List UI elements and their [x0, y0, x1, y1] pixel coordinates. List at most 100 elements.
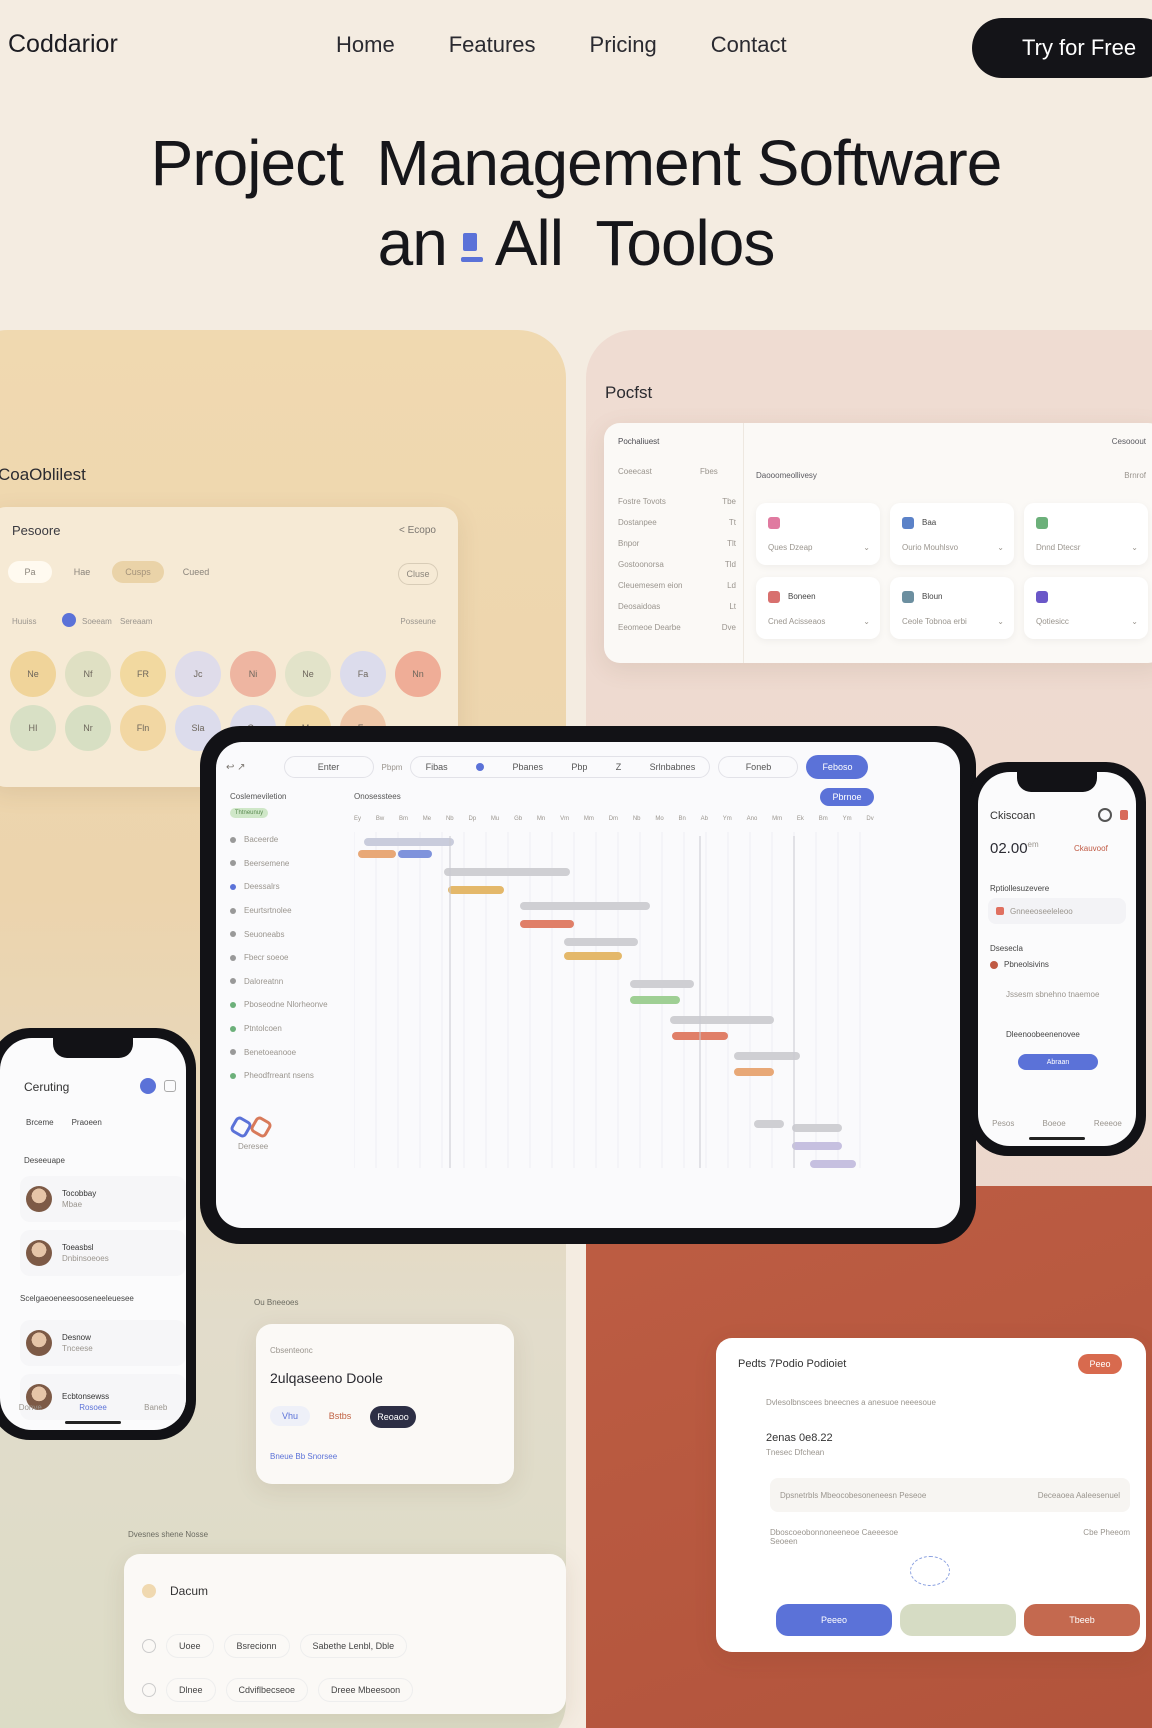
- gantt-task-bar[interactable]: [564, 952, 622, 960]
- gantt-add-button[interactable]: Pbrnoe: [820, 788, 874, 806]
- person-row[interactable]: Ecbtonsewss: [20, 1374, 186, 1420]
- palette-card-action[interactable]: < Ecopo: [399, 525, 436, 536]
- sidebar-item[interactable]: Deessalrs: [230, 875, 350, 899]
- project-list-row[interactable]: Bnpor Tlt: [618, 539, 736, 560]
- project-list-row[interactable]: Deosaidoas Lt: [618, 602, 736, 623]
- color-swatch-circle[interactable]: Jc: [175, 651, 221, 697]
- toolbar-filter-group[interactable]: Fibas Pbanes Pbp Z Srlnbabnes: [410, 756, 711, 778]
- tab-item[interactable]: Reeeoe: [1094, 1119, 1122, 1128]
- sidebar-item[interactable]: Daloreatnn: [230, 970, 350, 994]
- toolbar-item[interactable]: Z: [616, 762, 622, 772]
- person-row[interactable]: Desnow Tnceese: [20, 1320, 186, 1366]
- rust-card-badge[interactable]: Peeo: [1078, 1354, 1122, 1374]
- sidebar-item[interactable]: Fbecr soeoe: [230, 946, 350, 970]
- timer-icon[interactable]: [1098, 808, 1112, 822]
- tab-item[interactable]: Baneb: [144, 1403, 167, 1412]
- project-tile[interactable]: Ques Dzeap ⌄: [756, 503, 880, 565]
- nav-link-home[interactable]: Home: [336, 32, 395, 58]
- toolbar-item[interactable]: Pbp: [571, 762, 587, 772]
- tab-item[interactable]: Boeoe: [1043, 1119, 1066, 1128]
- project-list-row[interactable]: Gostoonorsa Tld: [618, 560, 736, 581]
- logo[interactable]: Coddarior: [0, 30, 118, 59]
- toolbar-primary-button[interactable]: Feboso: [806, 755, 869, 779]
- gantt-task-bar[interactable]: [792, 1124, 842, 1132]
- rust-card-row[interactable]: Dpsnetrbls Mbeocobesoneneesn Peseoe Dece…: [770, 1478, 1130, 1512]
- tab-item[interactable]: Donve: [19, 1403, 42, 1412]
- nav-link-pricing[interactable]: Pricing: [590, 32, 657, 58]
- gantt-task-bar[interactable]: [670, 1016, 774, 1024]
- action-button-rust[interactable]: Tbeeb: [1024, 1604, 1140, 1636]
- mid-card-chip[interactable]: Vhu: [270, 1406, 310, 1426]
- sidebar-item[interactable]: Seuoneabs: [230, 922, 350, 946]
- gantt-task-bar[interactable]: [810, 1160, 856, 1168]
- chevron-down-icon[interactable]: ⌄: [997, 617, 1004, 626]
- section-b-row[interactable]: Pbneolsivins: [990, 960, 1049, 969]
- radio-icon[interactable]: [142, 1639, 156, 1653]
- gantt-task-bar[interactable]: [398, 850, 432, 858]
- sidebar-item[interactable]: Pheodfrreant nsens: [230, 1064, 350, 1088]
- sidebar-item[interactable]: Eeurtsrtnolee: [230, 899, 350, 923]
- project-list-row[interactable]: Cleuemesem eion Ld: [618, 581, 736, 602]
- gantt-task-bar[interactable]: [358, 850, 396, 858]
- color-swatch-circle[interactable]: Nf: [65, 651, 111, 697]
- try-free-button[interactable]: Try for Free: [972, 18, 1152, 78]
- radio-icon[interactable]: [142, 1683, 156, 1697]
- card-header-right[interactable]: Cesooout: [1112, 437, 1146, 446]
- mid-card-chip[interactable]: Bstbs: [320, 1406, 360, 1426]
- nav-arrows-icon[interactable]: ↩ ↗: [226, 762, 246, 773]
- mid-card-primary[interactable]: Reoaoo: [370, 1406, 416, 1428]
- gantt-task-bar[interactable]: [364, 838, 454, 846]
- sidebar-item[interactable]: Baceerde: [230, 828, 350, 852]
- chip[interactable]: Cusps: [112, 561, 164, 583]
- mid-card-footer[interactable]: Bneue Bb Snorsee: [270, 1452, 337, 1461]
- bottom-card-field[interactable]: Cdviflbecseoe: [225, 1678, 309, 1702]
- chevron-down-icon[interactable]: ⌄: [997, 543, 1004, 552]
- project-tile[interactable]: Baa Ourio Mouhlsvo ⌄: [890, 503, 1014, 565]
- gantt-task-bar[interactable]: [564, 938, 638, 946]
- toolbar-foneb[interactable]: Foneb: [718, 756, 799, 778]
- chevron-down-icon[interactable]: ⌄: [863, 543, 870, 552]
- color-swatch-circle[interactable]: Ne: [10, 651, 56, 697]
- gantt-task-bar[interactable]: [520, 920, 574, 928]
- gantt-task-bar[interactable]: [630, 980, 694, 988]
- color-swatch-circle[interactable]: Fa: [340, 651, 386, 697]
- sidebar-item[interactable]: Pboseodne Nlorheonve: [230, 993, 350, 1017]
- project-tile[interactable]: Qotiesicc ⌄: [1024, 577, 1148, 639]
- gantt-task-bar[interactable]: [630, 996, 680, 1004]
- bottom-card-field[interactable]: Dlnee: [166, 1678, 216, 1702]
- nav-link-features[interactable]: Features: [449, 32, 536, 58]
- project-list-row[interactable]: Eeomeoe Dearbe Dve: [618, 623, 736, 644]
- project-tile[interactable]: Bloun Ceole Tobnoa erbi ⌄: [890, 577, 1014, 639]
- action-button-blue[interactable]: Peeeo: [776, 1604, 892, 1636]
- action-button-sage[interactable]: [900, 1604, 1016, 1636]
- color-swatch-circle[interactable]: HI: [10, 705, 56, 751]
- chevron-down-icon[interactable]: ⌄: [1131, 543, 1138, 552]
- menu-icon[interactable]: [164, 1080, 176, 1092]
- nav-link-contact[interactable]: Contact: [711, 32, 787, 58]
- tab-item[interactable]: Rosoee: [79, 1403, 107, 1412]
- chip[interactable]: Pa: [8, 561, 52, 583]
- bottom-card-field[interactable]: Bsrecionn: [223, 1634, 290, 1658]
- right-phone-button[interactable]: Abraan: [1018, 1054, 1098, 1070]
- gantt-task-bar[interactable]: [792, 1142, 842, 1150]
- color-swatch-circle[interactable]: Ne: [285, 651, 331, 697]
- person-row[interactable]: Tocobbay Mbae: [20, 1176, 186, 1222]
- sidebar-item[interactable]: Beersemene: [230, 852, 350, 876]
- gantt-task-bar[interactable]: [734, 1068, 774, 1076]
- gantt-task-bar[interactable]: [520, 902, 650, 910]
- color-swatch-circle[interactable]: Ni: [230, 651, 276, 697]
- top-tab[interactable]: Praoeen: [72, 1118, 102, 1127]
- color-swatch-circle[interactable]: Fln: [120, 705, 166, 751]
- project-tile[interactable]: Dnnd Dtecsr ⌄: [1024, 503, 1148, 565]
- section-c-row[interactable]: Dleenoobeenenovee: [1006, 1030, 1080, 1039]
- color-swatch-circle[interactable]: FR: [120, 651, 166, 697]
- gantt-task-bar[interactable]: [754, 1120, 784, 1128]
- project-list-row[interactable]: Fostre Tovots Tbe: [618, 497, 736, 518]
- toolbar-item[interactable]: Pbanes: [512, 762, 543, 772]
- bookmark-icon[interactable]: [1120, 810, 1128, 820]
- chevron-down-icon[interactable]: ⌄: [863, 617, 870, 626]
- color-swatch-circle[interactable]: Nn: [395, 651, 441, 697]
- bottom-card-field[interactable]: Sabethe Lenbl, Dble: [299, 1634, 408, 1658]
- close-chip[interactable]: Cluse: [398, 563, 438, 585]
- bottom-card-field[interactable]: Dreee Mbeesoon: [318, 1678, 414, 1702]
